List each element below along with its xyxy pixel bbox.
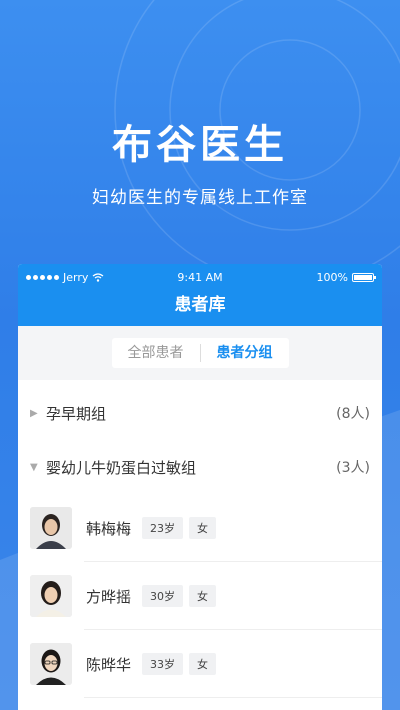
group-row-milk-allergy[interactable]: ▼ 婴幼儿牛奶蛋白过敏组 (3人) (18, 440, 382, 494)
status-bar: Jerry 9:41 AM 100% (18, 264, 382, 290)
hero-subtitle: 妇幼医生的专属线上工作室 (92, 188, 308, 208)
battery-percent: 100% (316, 270, 348, 284)
app-header: Jerry 9:41 AM 100% 患者库 (18, 264, 382, 326)
status-right: 100% (316, 270, 376, 284)
patient-name: 方晔摇 (86, 587, 132, 606)
gender-tag: 女 (189, 653, 216, 675)
patient-row[interactable]: 韩梅梅 23岁 女 (18, 494, 382, 562)
age-tag: 33岁 (142, 653, 183, 675)
patient-name: 陈晔华 (86, 655, 132, 674)
avatar (30, 507, 72, 549)
group-name: 孕早期组 (46, 404, 107, 423)
group-name: 婴幼儿牛奶蛋白过敏组 (46, 458, 197, 477)
tab-patient-groups[interactable]: 患者分组 (201, 338, 289, 368)
avatar (30, 643, 72, 685)
avatar (30, 575, 72, 617)
segmented-control: 全部患者 患者分组 (111, 338, 289, 368)
battery-fill (354, 274, 372, 280)
gender-tag: 女 (189, 517, 216, 539)
age-tag: 30岁 (142, 585, 183, 607)
tab-all-patients[interactable]: 全部患者 (112, 338, 200, 368)
patient-row[interactable]: 方晔摇 30岁 女 (18, 562, 382, 630)
patient-row[interactable]: 陈晔华 33岁 女 (18, 630, 382, 698)
group-count: (8人) (336, 406, 370, 422)
hero-title: 布谷医生 (112, 122, 288, 168)
gender-tag: 女 (189, 585, 216, 607)
battery-icon (352, 272, 376, 282)
caret-right-icon: ▶ (30, 407, 38, 419)
tab-bar: 全部患者 患者分组 (18, 326, 382, 380)
nav-title: 患者库 (174, 295, 226, 315)
patient-name: 韩梅梅 (86, 519, 132, 538)
phone-mockup: Jerry 9:41 AM 100% 患者库 全部患者 患者分组 ▶ 孕早期组 … (18, 264, 382, 710)
age-tag: 23岁 (142, 517, 183, 539)
group-row-early-pregnancy[interactable]: ▶ 孕早期组 (8人) (18, 386, 382, 440)
caret-down-icon: ▼ (30, 461, 38, 473)
group-count: (3人) (336, 460, 370, 476)
